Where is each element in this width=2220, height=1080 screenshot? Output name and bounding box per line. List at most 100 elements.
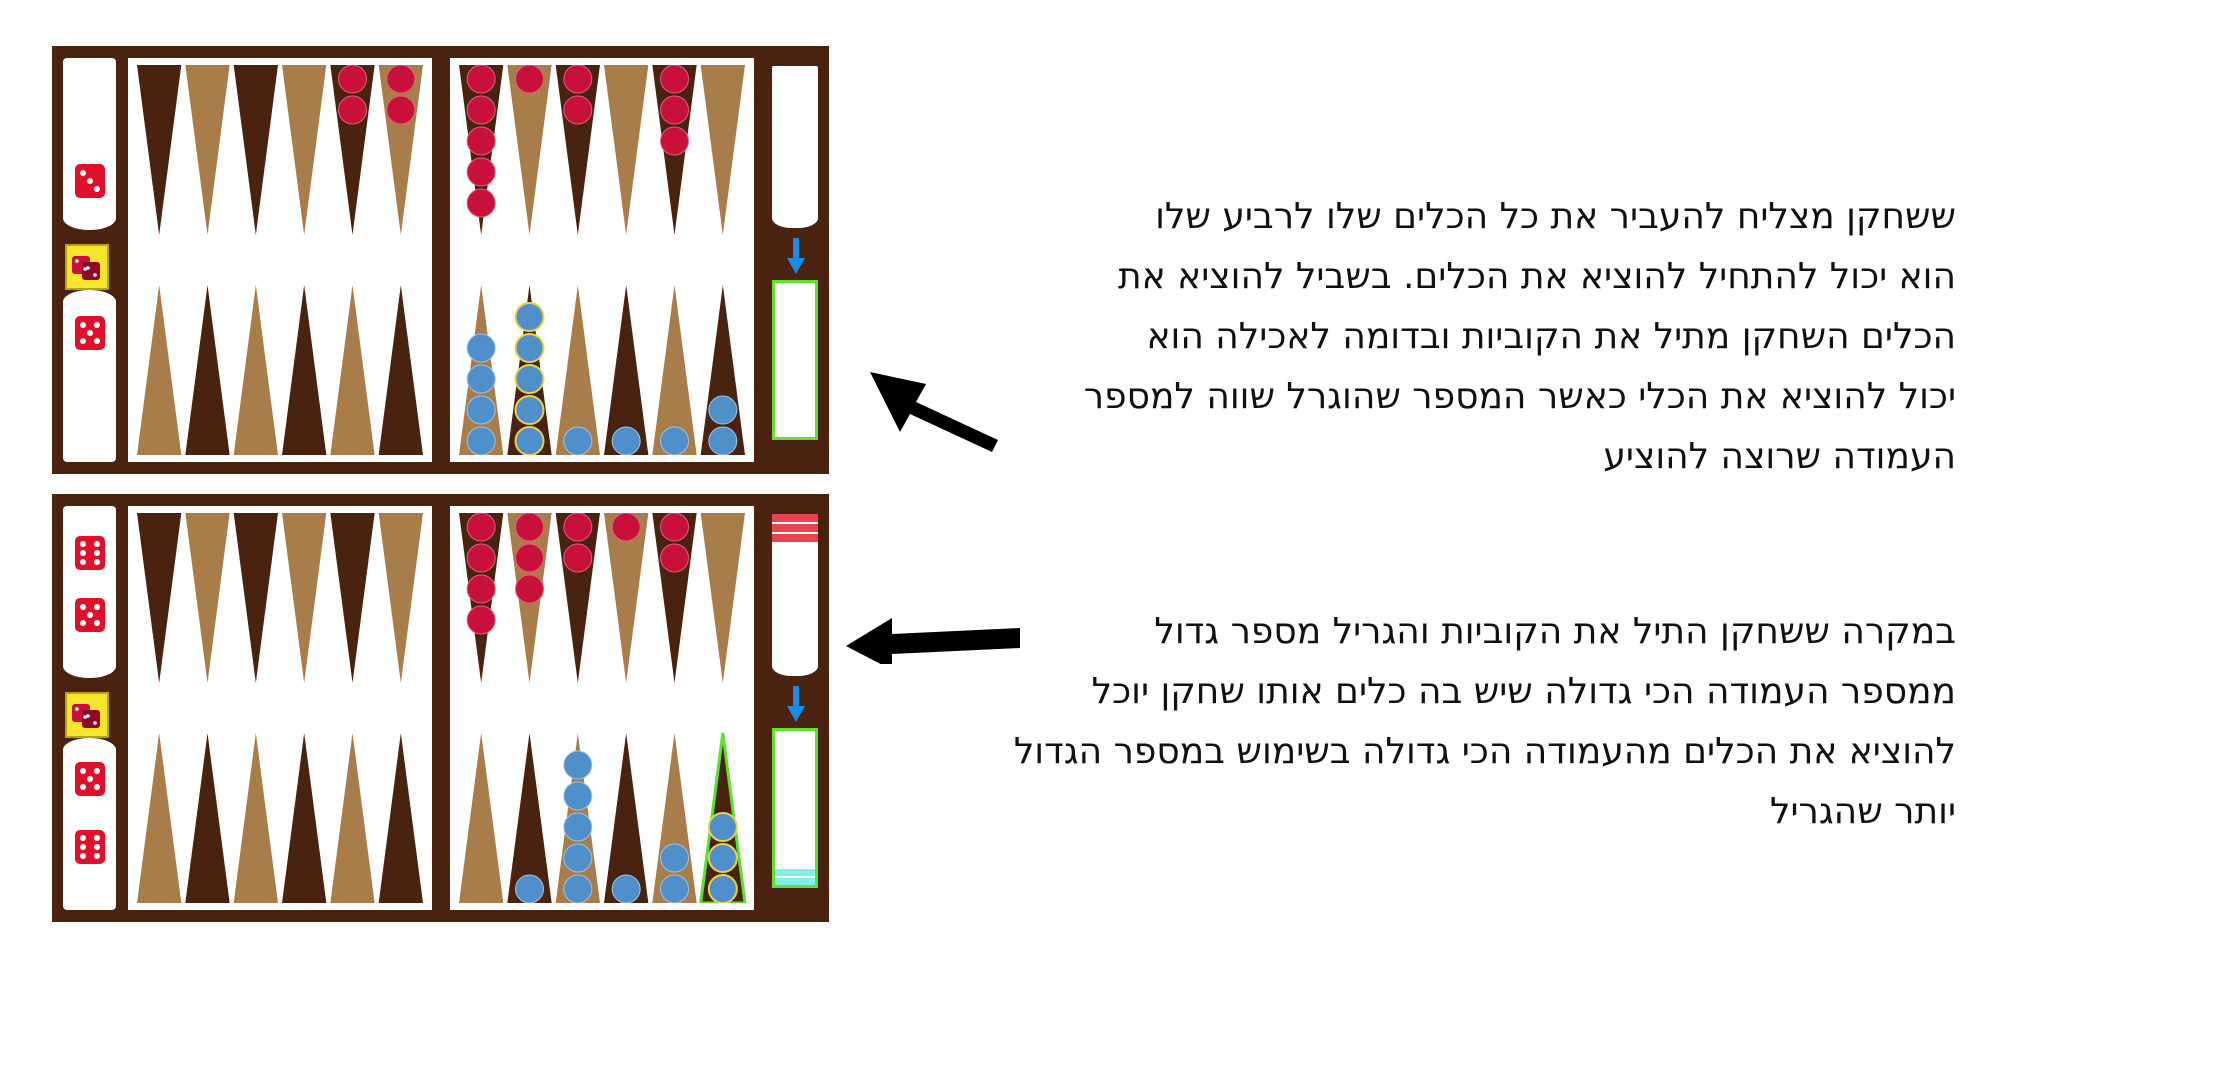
checker-red: [660, 95, 689, 125]
bearoff-tray-blue[interactable]: [772, 280, 818, 440]
die-pip: [94, 853, 100, 859]
board-point: [137, 733, 182, 903]
die-pip: [94, 620, 100, 626]
checker-blue: [514, 364, 545, 394]
checker-blue: [660, 843, 689, 873]
die-pip: [80, 322, 86, 328]
board-point: [378, 513, 423, 683]
board-point: [185, 285, 230, 455]
arrow-down-icon: [787, 238, 805, 274]
die-face[interactable]: [75, 164, 105, 198]
checker-blue: [466, 364, 496, 394]
backgammon-board-top: [52, 46, 829, 474]
checker-red: [338, 65, 367, 94]
checker-red: [660, 513, 689, 542]
checker-red: [466, 574, 496, 604]
checker-blue: [466, 333, 496, 363]
die-pip: [94, 844, 100, 850]
checker-red: [466, 513, 496, 542]
board-point: [137, 65, 182, 235]
borne-off-blue-checker: [775, 878, 815, 885]
checker-red: [338, 95, 367, 125]
board-point: [185, 733, 230, 903]
checker-red: [563, 95, 593, 125]
dice-tray-bottom: [63, 290, 116, 462]
die-pip: [94, 550, 100, 556]
board-point: [282, 65, 327, 235]
board-point: [282, 733, 327, 903]
board-half-right: [450, 506, 754, 910]
die-pip: [80, 768, 86, 774]
borne-off-red-checker: [772, 534, 818, 542]
checker-red: [466, 126, 496, 156]
die-pip: [80, 170, 86, 176]
die-pip: [80, 784, 86, 790]
checker-red: [563, 513, 593, 542]
bearoff-rail: [764, 58, 818, 462]
left-dice-rail: [63, 506, 116, 910]
die-pip: [94, 784, 100, 790]
checker-blue: [611, 426, 641, 455]
checker-blue: [707, 874, 738, 903]
board-point: [185, 65, 230, 235]
die-pip: [94, 541, 100, 547]
die-face[interactable]: [75, 316, 105, 350]
die-pip: [94, 559, 100, 565]
checker-blue: [708, 395, 738, 425]
checker-red: [386, 65, 416, 94]
points-right: [459, 65, 745, 455]
checker-red: [660, 543, 689, 573]
die-pip: [80, 550, 86, 556]
die-face[interactable]: [75, 598, 105, 632]
checker-red: [515, 574, 544, 604]
checker-red: [660, 126, 689, 156]
checker-red: [563, 543, 593, 573]
checker-blue: [514, 333, 545, 363]
checker-blue: [515, 874, 544, 903]
checker-red: [466, 95, 496, 125]
board-point: [330, 285, 375, 455]
checker-red: [660, 65, 689, 94]
points-left: [137, 513, 423, 903]
checker-red: [466, 188, 496, 218]
checker-blue: [466, 426, 496, 455]
board-point: [233, 285, 278, 455]
checker-red: [466, 65, 496, 94]
board-point: [233, 65, 278, 235]
die-face[interactable]: [75, 830, 105, 864]
die-pip: [94, 338, 100, 344]
board-point: [282, 285, 327, 455]
explanation-text-bearing-off: ששחקן מצליח להעביר את כל הכלים שלו לרביע…: [1083, 196, 1956, 477]
die-pip: [87, 776, 93, 782]
checker-red: [466, 157, 496, 187]
checker-blue: [563, 812, 593, 842]
die-face[interactable]: [75, 762, 105, 796]
die-face[interactable]: [75, 536, 105, 570]
board-point: [378, 733, 423, 903]
checker-blue: [563, 874, 593, 903]
die-pip: [87, 612, 93, 618]
arrow-down-icon: [787, 686, 805, 722]
dice-tray-top: [63, 506, 116, 678]
die-pip: [80, 620, 86, 626]
explanation-text-higher-roll: במקרה ששחקן התיל את הקוביות והגריל מספר …: [1013, 611, 1956, 832]
doubling-cube-icon[interactable]: [65, 692, 109, 738]
board-point: [137, 513, 182, 683]
checker-red: [466, 543, 496, 573]
checker-blue: [466, 395, 496, 425]
bearoff-tray-red: [772, 66, 818, 228]
checker-red: [515, 513, 544, 542]
board-point: [330, 733, 375, 903]
borne-off-red-checker: [772, 524, 818, 532]
checker-blue: [563, 781, 593, 811]
doubling-cube-icon[interactable]: [65, 244, 109, 290]
die-pip: [80, 604, 86, 610]
checker-red: [563, 65, 593, 94]
die-pip: [80, 338, 86, 344]
board-point: [604, 65, 649, 235]
checker-blue: [563, 843, 593, 873]
borne-off-blue-checker: [775, 869, 815, 876]
die-pip: [80, 835, 86, 841]
checker-blue: [660, 874, 689, 903]
die-pip: [94, 186, 100, 192]
